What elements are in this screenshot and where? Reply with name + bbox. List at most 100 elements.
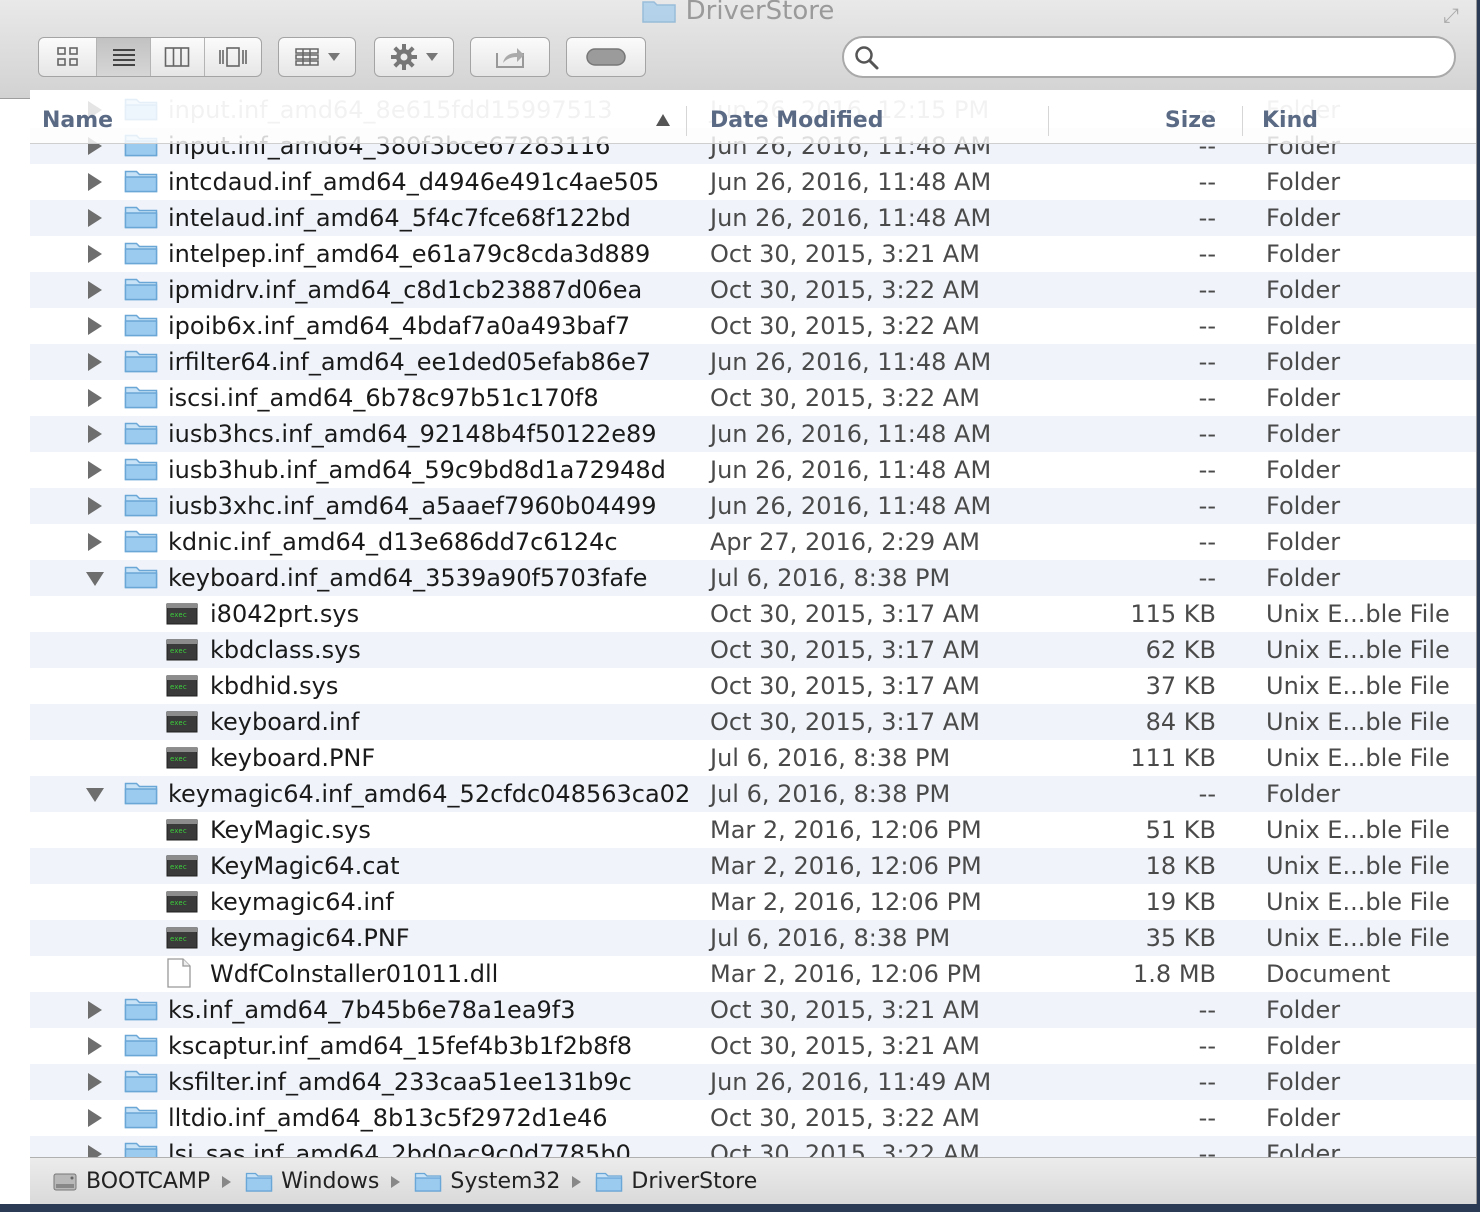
file-kind: Unix E...ble File xyxy=(1266,744,1450,772)
table-row[interactable]: intelaud.inf_amd64_5f4c7fce68f122bd Jun 2… xyxy=(30,200,1476,236)
file-size: -- xyxy=(1198,312,1216,340)
table-row[interactable]: kscaptur.inf_amd64_15fef4b3b1f2b8f8 Oct 3… xyxy=(30,1028,1476,1064)
table-row[interactable]: ksfilter.inf_amd64_233caa51ee131b9c Jun 2… xyxy=(30,1064,1476,1100)
table-row[interactable]: ks.inf_amd64_7b45b6e78a1ea9f3 Oct 30, 201… xyxy=(30,992,1476,1028)
disclosure-closed-icon[interactable] xyxy=(88,317,102,335)
disclosure-open-icon[interactable] xyxy=(86,788,104,802)
disclosure-closed-icon[interactable] xyxy=(88,389,102,407)
file-size: 1.8 MB xyxy=(1133,960,1216,988)
date-modified: Jul 6, 2016, 8:38 PM xyxy=(710,780,951,808)
disclosure-closed-icon[interactable] xyxy=(88,1037,102,1055)
table-row[interactable]: intelpep.inf_amd64_e61a79c8cda3d889 Oct 3… xyxy=(30,236,1476,272)
file-name: lsi_sas.inf_amd64_2bd0ac9c0d7785b0 xyxy=(168,1140,631,1157)
disclosure-closed-icon[interactable] xyxy=(88,281,102,299)
disclosure-closed-icon[interactable] xyxy=(88,173,102,191)
table-row[interactable]: iusb3hub.inf_amd64_59c9bd8d1a72948d Jun 2… xyxy=(30,452,1476,488)
tags-button[interactable] xyxy=(566,37,646,77)
column-divider[interactable] xyxy=(1048,106,1049,136)
cover-flow-button[interactable] xyxy=(205,38,261,76)
column-name-header[interactable]: Name xyxy=(42,98,113,143)
table-row[interactable]: keymagic64.inf_amd64_52cfdc048563ca02 Jul… xyxy=(30,776,1476,812)
disclosure-closed-icon[interactable] xyxy=(88,1145,102,1157)
date-modified: Jun 26, 2016, 11:48 AM xyxy=(710,420,992,448)
breadcrumb-item[interactable]: BOOTCAMP xyxy=(52,1169,210,1195)
list-view-button[interactable] xyxy=(97,38,151,76)
file-size: 18 KB xyxy=(1145,852,1216,880)
folder-icon xyxy=(414,1171,442,1193)
table-row[interactable]: iusb3xhc.inf_amd64_a5aaef7960b04499 Jun 2… xyxy=(30,488,1476,524)
table-row[interactable]: exec keymagic64.inf Mar 2, 2016, 12:06 PM 1… xyxy=(30,884,1476,920)
date-modified: Jun 26, 2016, 11:48 AM xyxy=(710,348,992,376)
disclosure-closed-icon[interactable] xyxy=(88,245,102,263)
table-row[interactable]: WdfCoInstaller01011.dll Mar 2, 2016, 12:0… xyxy=(30,956,1476,992)
disclosure-closed-icon[interactable] xyxy=(88,1109,102,1127)
cover-flow-icon xyxy=(218,47,247,67)
disclosure-closed-icon[interactable] xyxy=(88,497,102,515)
file-size: 51 KB xyxy=(1145,816,1216,844)
breadcrumb-item[interactable]: System32 xyxy=(414,1169,560,1194)
disk-icon xyxy=(52,1169,78,1195)
column-view-button[interactable] xyxy=(151,38,205,76)
share-button[interactable] xyxy=(470,37,550,77)
table-row[interactable]: ipoib6x.inf_amd64_4bdaf7a0a493baf7 Oct 30… xyxy=(30,308,1476,344)
date-modified: Jun 26, 2016, 11:48 AM xyxy=(710,168,992,196)
disclosure-closed-icon[interactable] xyxy=(88,533,102,551)
chevron-down-icon xyxy=(426,53,438,61)
fullscreen-icon[interactable]: ⤢ xyxy=(1440,4,1462,26)
file-kind: Folder xyxy=(1266,996,1341,1024)
table-row[interactable]: exec KeyMagic.sys Mar 2, 2016, 12:06 PM 51 … xyxy=(30,812,1476,848)
disclosure-closed-icon[interactable] xyxy=(88,425,102,443)
icon-view-icon xyxy=(56,47,78,66)
file-kind: Unix E...ble File xyxy=(1266,852,1450,880)
search-field[interactable] xyxy=(842,36,1456,78)
folder-icon xyxy=(124,168,158,200)
column-divider[interactable] xyxy=(686,106,687,136)
window-title: DriverStore xyxy=(0,0,1476,27)
disclosure-closed-icon[interactable] xyxy=(88,1001,102,1019)
file-kind: Folder xyxy=(1266,1032,1341,1060)
arrange-button[interactable] xyxy=(278,37,356,77)
column-date-header[interactable]: Date Modified xyxy=(710,98,883,143)
unix-executable-icon: exec xyxy=(166,890,198,920)
table-row[interactable]: exec i8042prt.sys Oct 30, 2015, 3:17 AM 115… xyxy=(30,596,1476,632)
table-row[interactable]: exec kbdhid.sys Oct 30, 2015, 3:17 AM 37 KB… xyxy=(30,668,1476,704)
table-row[interactable]: exec keymagic64.PNF Jul 6, 2016, 8:38 PM 35… xyxy=(30,920,1476,956)
table-row[interactable]: keyboard.inf_amd64_3539a90f5703fafe Jul 6… xyxy=(30,560,1476,596)
icon-view-button[interactable] xyxy=(39,38,98,76)
breadcrumb-item[interactable]: Windows xyxy=(245,1169,379,1194)
file-size: -- xyxy=(1198,564,1216,592)
disclosure-closed-icon[interactable] xyxy=(88,461,102,479)
table-row[interactable]: kdnic.inf_amd64_d13e686dd7c6124c Apr 27, … xyxy=(30,524,1476,560)
table-row[interactable]: iusb3hcs.inf_amd64_92148b4f50122e89 Jun 2… xyxy=(30,416,1476,452)
table-row[interactable]: iscsi.inf_amd64_6b78c97b51c170f8 Oct 30, … xyxy=(30,380,1476,416)
disclosure-closed-icon[interactable] xyxy=(88,353,102,371)
breadcrumb-item[interactable]: DriverStore xyxy=(595,1169,757,1194)
date-modified: Mar 2, 2016, 12:06 PM xyxy=(710,888,982,916)
table-row[interactable]: exec keyboard.PNF Jul 6, 2016, 8:38 PM 111 … xyxy=(30,740,1476,776)
unix-executable-icon: exec xyxy=(166,674,198,704)
table-row[interactable]: lltdio.inf_amd64_8b13c5f2972d1e46 Oct 30,… xyxy=(30,1100,1476,1136)
table-row[interactable]: irfilter64.inf_amd64_ee1ded05efab86e7 Jun… xyxy=(30,344,1476,380)
file-name: kbdhid.sys xyxy=(210,672,339,700)
disclosure-open-icon[interactable] xyxy=(86,572,104,586)
date-modified: Mar 2, 2016, 12:06 PM xyxy=(710,816,982,844)
date-modified: Oct 30, 2015, 3:22 AM xyxy=(710,1140,980,1157)
disclosure-closed-icon[interactable] xyxy=(88,1073,102,1091)
column-size-header[interactable]: Size xyxy=(1165,98,1216,143)
action-button[interactable] xyxy=(374,37,454,77)
column-divider[interactable] xyxy=(1242,106,1243,136)
table-row[interactable]: intcdaud.inf_amd64_d4946e491c4ae505 Jun 2… xyxy=(30,164,1476,200)
table-row[interactable]: exec keyboard.inf Oct 30, 2015, 3:17 AM 84 … xyxy=(30,704,1476,740)
table-row[interactable]: exec KeyMagic64.cat Mar 2, 2016, 12:06 PM 1… xyxy=(30,848,1476,884)
table-row[interactable]: exec kbdclass.sys Oct 30, 2015, 3:17 AM 62 … xyxy=(30,632,1476,668)
file-kind: Folder xyxy=(1266,384,1341,412)
column-kind-header[interactable]: Kind xyxy=(1262,98,1318,143)
search-input[interactable] xyxy=(888,42,1442,74)
file-name: irfilter64.inf_amd64_ee1ded05efab86e7 xyxy=(168,348,652,376)
table-row[interactable]: lsi_sas.inf_amd64_2bd0ac9c0d7785b0 Oct 30… xyxy=(30,1136,1476,1157)
table-row[interactable]: ipmidrv.inf_amd64_c8d1cb23887d06ea Oct 30… xyxy=(30,272,1476,308)
file-size: -- xyxy=(1198,996,1216,1024)
file-kind: Unix E...ble File xyxy=(1266,672,1450,700)
file-size: -- xyxy=(1198,276,1216,304)
disclosure-closed-icon[interactable] xyxy=(88,209,102,227)
